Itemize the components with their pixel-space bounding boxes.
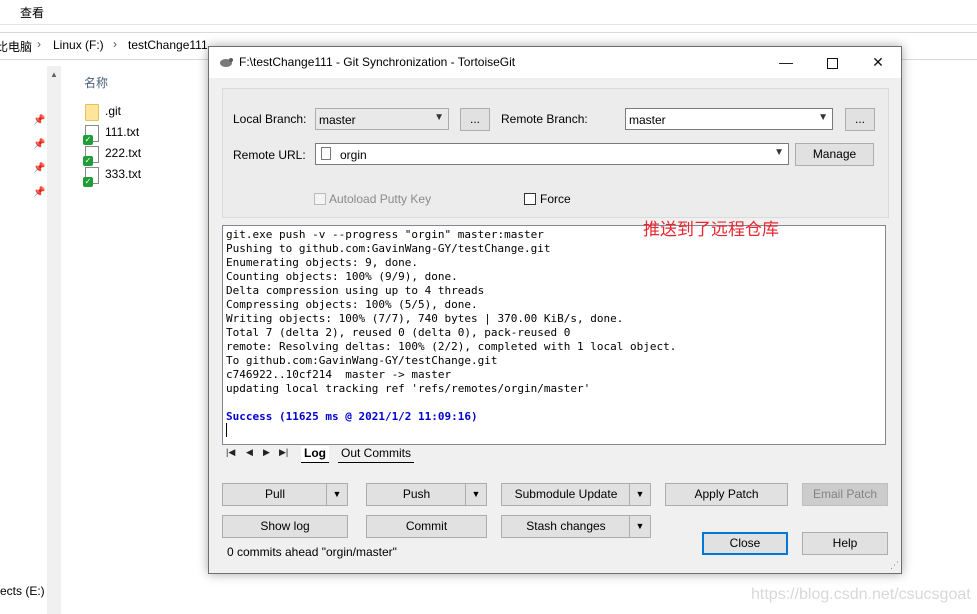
log-line: Writing objects: 100% (7/7), 740 bytes |… [226,312,624,325]
remote-branch-value: master [629,113,666,127]
autoload-putty-label: Autoload Putty Key [329,192,432,206]
navigation-scrollbar[interactable] [47,66,61,614]
close-button[interactable]: Close [702,532,788,555]
pin-icon: 📌 [33,115,46,126]
success-line: Success (11625 ms @ 2021/1/2 11:09:16) [226,410,478,423]
log-line: git.exe push -v --progress "orgin" maste… [226,228,544,241]
minimize-button[interactable]: — [763,47,809,78]
pin-icon: 📌 [33,187,46,198]
local-branch-browse-button[interactable]: ... [460,108,490,131]
submodule-update-label: Submodule Update [514,487,618,501]
email-patch-button[interactable]: Email Patch [802,483,888,506]
tab-log[interactable]: Log [301,446,329,463]
chevron-right-icon: › [113,37,117,51]
log-line: Total 7 (delta 2), reused 0 (delta 0), p… [226,326,571,339]
pin-icon: 📌 [33,139,46,150]
log-line: To github.com:GavinWang-GY/testChange.gi… [226,354,498,367]
log-line: c746922..10cf214 master -> master [226,368,452,381]
dropdown-arrow-icon[interactable]: ▼ [629,484,650,505]
remote-url-value: orgin [340,148,367,162]
folder-icon [85,104,99,121]
text-caret [226,423,227,437]
push-label: Push [402,487,431,501]
settings-group: Local Branch: master ▼ ... Remote Branch… [222,88,889,218]
dropdown-arrow-icon[interactable]: ▼ [326,484,347,505]
dropdown-arrow-icon[interactable]: ▼ [465,484,486,505]
git-file-icon [83,167,99,187]
help-button[interactable]: Help [802,532,888,555]
stash-changes-button[interactable]: Stash changes ▼ [501,515,651,538]
log-line: remote: Resolving deltas: 100% (2/2), co… [226,340,677,353]
title-bar[interactable]: F:\testChange111 - Git Synchronization -… [209,47,901,78]
chevron-right-icon: › [37,37,41,51]
document-icon [321,147,331,160]
log-line: Counting objects: 100% (9/9), done. [226,270,458,283]
log-line: Enumerating objects: 9, done. [226,256,419,269]
pull-button[interactable]: Pull ▼ [222,483,348,506]
next-tab-icon[interactable]: ▶ [263,447,270,458]
commit-button[interactable]: Commit [366,515,487,538]
local-branch-value: master [319,113,356,127]
window-title: F:\testChange111 - Git Synchronization -… [239,55,516,69]
log-line: updating local tracking ref 'refs/remote… [226,382,591,395]
menu-view[interactable]: 查看 [20,4,44,21]
manage-button[interactable]: Manage [795,143,874,166]
close-window-button[interactable]: ✕ [855,47,901,78]
column-header-name[interactable]: 名称 [84,74,108,91]
git-file-icon [83,146,99,166]
git-file-icon [83,125,99,145]
remote-branch-select[interactable]: master ▼ [625,108,833,130]
status-text: 0 commits ahead "orgin/master" [227,545,397,559]
log-line: Compressing objects: 100% (5/5), done. [226,298,478,311]
autoload-putty-checkbox[interactable] [314,193,326,205]
explorer-menubar: 查看 [0,0,977,25]
log-line: Pushing to github.com:GavinWang-GY/testC… [226,242,551,255]
show-log-button[interactable]: Show log [222,515,348,538]
log-output[interactable]: git.exe push -v --progress "orgin" maste… [222,225,886,445]
remote-url-label: Remote URL: [233,148,306,162]
local-branch-label: Local Branch: [233,112,307,126]
file-name: 333.txt [105,167,142,181]
apply-patch-button[interactable]: Apply Patch [665,483,788,506]
stash-changes-label: Stash changes [526,519,606,533]
breadcrumb-this-pc[interactable]: 比电脑 [0,38,32,55]
dropdown-arrow-icon[interactable]: ▼ [629,516,650,537]
resize-grip-icon[interactable]: ⋰ [890,560,899,571]
pull-label: Pull [264,487,285,501]
maximize-button[interactable] [809,47,855,78]
force-checkbox[interactable] [524,193,536,205]
git-sync-dialog: F:\testChange111 - Git Synchronization -… [208,46,902,574]
remote-branch-browse-button[interactable]: ... [845,108,875,131]
submodule-update-button[interactable]: Submodule Update ▼ [501,483,651,506]
nav-item-drive[interactable]: ects (E:) [0,584,45,598]
breadcrumb-drive[interactable]: Linux (F:) [53,38,104,52]
force-label: Force [540,192,571,206]
log-line: Delta compression using up to 4 threads [226,284,485,297]
remote-url-select[interactable]: orgin ▼ [315,143,789,165]
local-branch-select[interactable]: master ▼ [315,108,449,130]
last-tab-icon[interactable]: ▶| [279,447,288,458]
scroll-up-icon[interactable]: ▲ [50,70,58,79]
prev-tab-icon[interactable]: ◀ [246,447,253,458]
chevron-down-icon: ▼ [774,147,784,158]
breadcrumb-folder[interactable]: testChange111 [128,38,208,52]
file-name: 111.txt [105,125,140,139]
chevron-down-icon: ▼ [434,112,444,123]
first-tab-icon[interactable]: |◀ [226,447,235,458]
remote-branch-label: Remote Branch: [501,112,588,126]
pin-icon: 📌 [33,163,46,174]
file-name: .git [105,104,122,118]
log-tabs: |◀ ◀ ▶ ▶| Log Out Commits [222,446,886,464]
watermark: https://blog.csdn.net/csucsgoat [751,586,971,603]
tortoisegit-icon [220,58,233,67]
annotation-text: 推送到了远程仓库 [643,220,779,239]
maximize-icon [826,57,838,69]
push-button[interactable]: Push ▼ [366,483,487,506]
chevron-down-icon: ▼ [818,112,828,123]
file-name: 222.txt [105,146,142,160]
tab-out-commits[interactable]: Out Commits [338,446,415,463]
